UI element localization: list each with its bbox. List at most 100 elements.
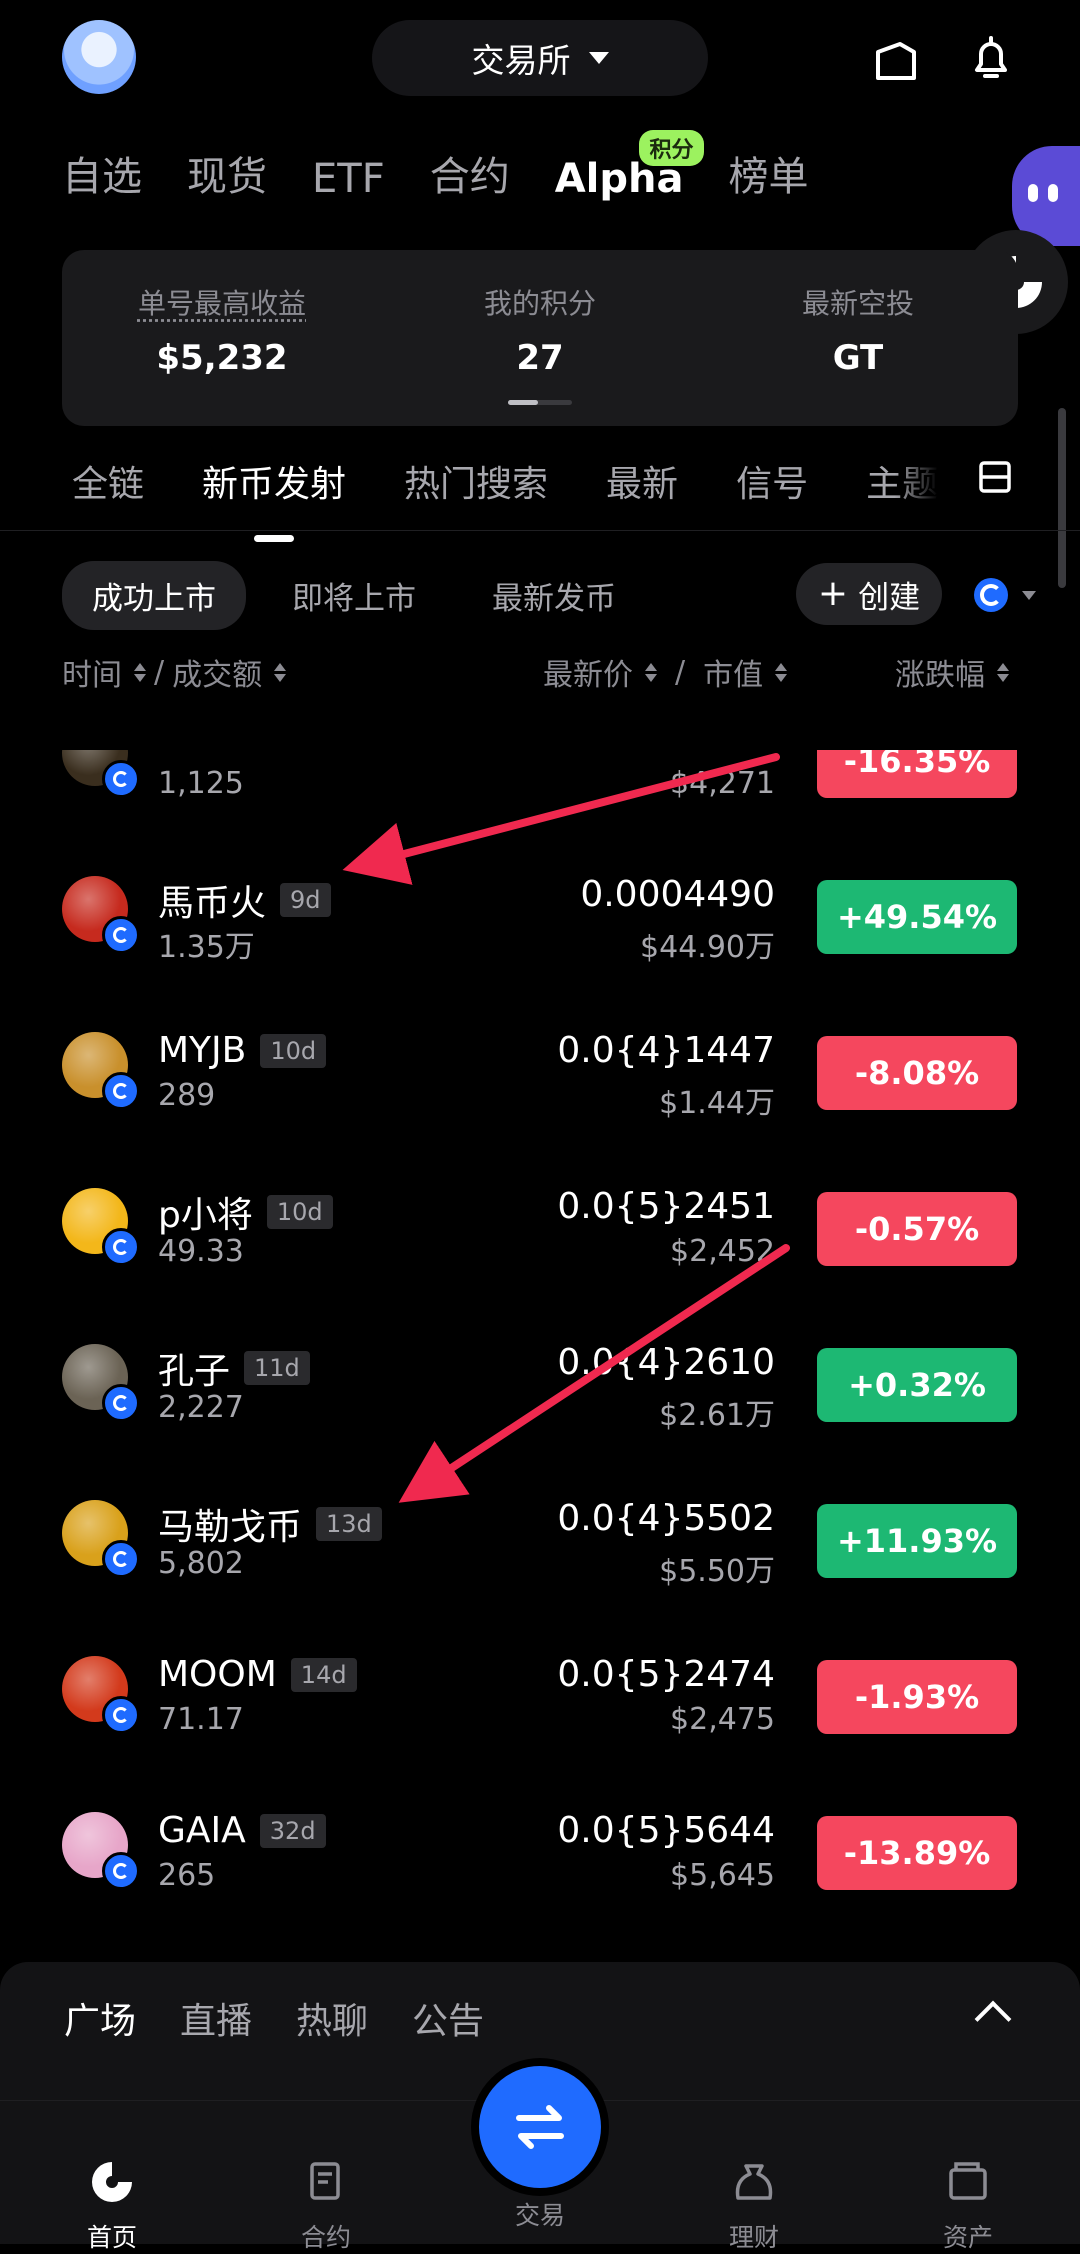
token-row[interactable]: 马勒戈币 13d 5,802 0.0{4}5502 $5.50万 +11.93% [0,1460,1080,1616]
age-badge: 13d [316,1507,382,1541]
nav-assets[interactable]: 资产 [908,2160,1028,2254]
category-tabs: 自选 现货 ETF 合约 Alpha 积分 榜单 [62,130,809,202]
tab-themes[interactable]: 主题 [866,455,938,507]
coin-market-cap: $5.50万 [659,1554,775,1589]
swap-arrows-icon [516,2105,564,2149]
col-mcap[interactable]: 市值 [703,650,763,694]
coin-volume: 5,802 [158,1546,244,1581]
age-badge: 10d [260,1033,327,1068]
coin-volume: 289 [158,1078,216,1113]
stat-label: 最新空投 [801,287,914,320]
nav-label: 资产 [942,2223,993,2252]
token-row[interactable]: p小将 10d 49.33 0.0{5}2451 $2,452 -0.57% [0,1148,1080,1304]
stat-latest-airdrop[interactable]: 最新空投 GT [718,282,998,378]
token-row[interactable]: 1,125 $4,271 -16.35% [0,750,1080,836]
sort-icon[interactable] [274,662,287,682]
col-time[interactable]: 时间 [62,650,122,694]
tab-latest[interactable]: 最新 [606,455,678,507]
col-change[interactable]: 涨跌幅 [895,650,985,694]
wallet-icon [949,2162,987,2200]
chip-upcoming[interactable]: 即将上市 [262,561,446,630]
coin-name: p小将 [158,1195,253,1236]
nav-label: 理财 [728,2223,779,2252]
coin-name-group: p小将 10d [158,1186,333,1238]
tab-signals[interactable]: 信号 [736,455,808,507]
change-badge[interactable]: -0.57% [817,1192,1017,1266]
nav-label: 交易 [514,2201,565,2230]
token-row[interactable]: 馬币火 9d 1.35万 0.0004490 $44.90万 +49.54% [0,836,1080,992]
filter-chips: 成功上市 即将上市 最新发币 [62,560,646,630]
chip-listed[interactable]: 成功上市 [62,560,246,630]
coin-volume: 2,227 [158,1390,244,1425]
coin-price: 0.0{5}5644 [557,1810,775,1851]
coin-name: GAIA [158,1810,246,1851]
chain-badge-icon [102,916,140,954]
tab-square[interactable]: 广场 [64,1992,136,2044]
chip-new-tokens[interactable]: 最新发币 [462,561,646,630]
home-logo-icon [92,2162,132,2202]
tab-favorites[interactable]: 自选 [62,144,142,202]
change-badge[interactable]: -8.08% [817,1036,1017,1110]
contract-icon [310,2162,340,2200]
exchange-selector[interactable]: 交易所 [372,20,708,96]
sort-icon[interactable] [997,662,1009,682]
change-badge[interactable]: -1.93% [817,1660,1017,1734]
sort-icon[interactable] [134,662,146,682]
tab-futures[interactable]: 合约 [430,144,510,202]
divider [0,530,1080,531]
coin-name: 馬币火 [158,883,267,924]
chain-selector[interactable] [974,578,1036,612]
nav-earn[interactable]: 理财 [694,2160,814,2254]
col-price[interactable]: 最新价 [543,650,633,694]
app-box-icon[interactable] [872,36,920,84]
panel-page-indicator [508,400,572,405]
sub-tabs: 全链 新币发射 热门搜索 最新 信号 主题 [72,455,938,507]
change-badge[interactable]: -16.35% [817,750,1017,798]
stat-max-profit[interactable]: 单号最高收益 $5,232 [82,282,362,378]
coin-market-cap: $4,271 [670,766,775,801]
coin-volume: 1.35万 [158,930,255,965]
coin-market-cap: $5,645 [670,1858,775,1893]
token-row[interactable]: 孔子 11d 2,227 0.0{4}2610 $2.61万 +0.32% [0,1304,1080,1460]
tab-alpha[interactable]: Alpha 积分 [555,130,704,202]
nav-futures[interactable]: 合约 [266,2160,386,2254]
coin-volume: 49.33 [158,1234,244,1269]
coin-price: 0.0004490 [580,874,775,915]
trade-button[interactable] [479,2066,601,2188]
create-button[interactable]: + 创建 [796,563,942,625]
coin-price: 0.0{4}2610 [557,1342,775,1383]
sort-icon[interactable] [645,662,657,682]
caret-down-icon [588,52,609,64]
tab-hot-search[interactable]: 热门搜索 [404,455,548,507]
tab-live[interactable]: 直播 [180,1992,252,2044]
token-row[interactable]: MYJB 10d 289 0.0{4}1447 $1.44万 -8.08% [0,992,1080,1148]
coin-volume: 71.17 [158,1702,244,1737]
tab-announcements[interactable]: 公告 [412,1992,484,2044]
layout-toggle-icon[interactable] [978,460,1012,494]
stat-my-points[interactable]: 我的积分 27 [400,282,680,378]
col-volume[interactable]: 成交额 [172,650,262,694]
feed-tabs: 广场 直播 热聊 公告 [64,1992,484,2044]
points-badge: 积分 [639,130,704,166]
coin-market-cap: $2,452 [670,1234,775,1269]
tab-rankings[interactable]: 榜单 [729,144,809,202]
tab-all-chains[interactable]: 全链 [72,455,144,507]
bell-icon[interactable] [967,34,1015,82]
token-row[interactable]: MOOM 14d 71.17 0.0{5}2474 $2,475 -1.93% [0,1616,1080,1772]
tab-hot-chat[interactable]: 热聊 [296,1992,368,2044]
sort-icon[interactable] [775,662,788,682]
tab-etf[interactable]: ETF [312,156,385,202]
tab-new-launch[interactable]: 新币发射 [202,455,346,507]
change-badge[interactable]: +0.32% [817,1348,1017,1422]
user-avatar[interactable] [62,20,136,94]
chain-badge-icon [102,760,140,798]
chain-badge-icon [102,1540,140,1578]
change-badge[interactable]: +49.54% [817,880,1017,954]
chain-badge-icon [102,1072,140,1110]
scrollbar[interactable] [1058,408,1066,588]
change-badge[interactable]: +11.93% [817,1504,1017,1578]
change-badge[interactable]: -13.89% [817,1816,1017,1890]
nav-home[interactable]: 首页 [52,2160,172,2254]
tab-spot[interactable]: 现货 [187,144,267,202]
token-row[interactable]: GAIA 32d 265 0.0{5}5644 $5,645 -13.89% [0,1772,1080,1928]
